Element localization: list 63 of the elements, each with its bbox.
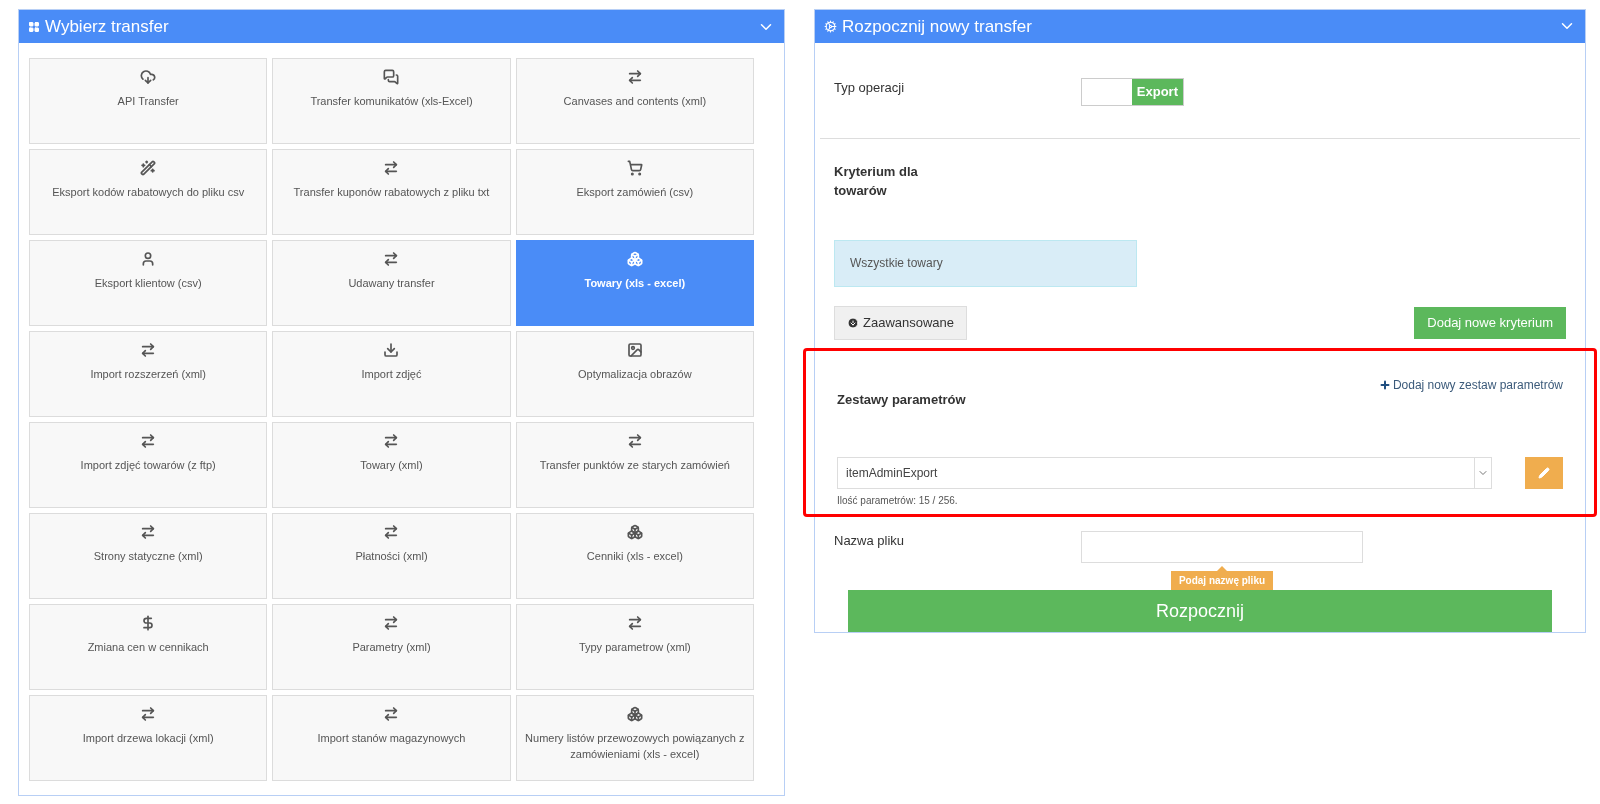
parameter-count: Ilość parametrów: 15 / 256. <box>837 494 959 508</box>
cubes-icon <box>626 524 643 540</box>
pencil-icon <box>1538 467 1550 479</box>
field-label: Nazwa pliku <box>834 532 906 550</box>
advanced-button[interactable]: Zaawansowane <box>834 305 968 340</box>
transfer-tile[interactable]: Typy parametrow (xml) <box>515 604 754 690</box>
transfer-tile[interactable]: Eksport zamówień (csv) <box>515 149 754 235</box>
two-arrows-icon <box>383 251 400 267</box>
two-arrows-icon <box>383 160 400 176</box>
cloud-download-icon <box>140 69 157 85</box>
add-parameter-set-link[interactable]: Dodaj nowy zestaw parametrów <box>1378 375 1563 394</box>
cubes-icon <box>626 706 643 722</box>
transfer-tile[interactable]: Import zdjęć <box>272 331 511 417</box>
two-arrows-icon <box>140 433 157 449</box>
section-title: Kryterium dla towarów <box>834 162 919 200</box>
panel-title: Rozpocznij nowy transfer <box>842 15 1032 38</box>
two-arrows-icon <box>626 433 643 449</box>
transfer-tile[interactable]: Strony statyczne (xml) <box>29 513 268 599</box>
panel-title: Wybierz transfer <box>45 15 169 38</box>
cubes-icon <box>626 251 643 267</box>
parameter-set-select[interactable]: itemAdminExport <box>837 457 1492 489</box>
image-icon <box>626 342 643 358</box>
transfer-tile[interactable]: Import zdjęć towarów (z ftp) <box>29 422 268 508</box>
validation-tooltip: Podaj nazwę pliku <box>1170 571 1274 590</box>
two-arrows-icon <box>140 706 157 722</box>
cart-icon <box>626 160 643 176</box>
transfer-tile[interactable]: Płatności (xml) <box>272 513 511 599</box>
transfer-tile[interactable]: Eksport klientow (csv) <box>29 240 268 326</box>
transfer-tile[interactable]: Import rozszerzeń (xml) <box>29 331 268 417</box>
transfer-tile[interactable]: Canvases and contents (xml) <box>515 58 754 144</box>
transfer-tile[interactable]: API Transfer <box>29 58 268 144</box>
field-label: Typ operacji <box>834 78 906 97</box>
download-icon <box>383 342 400 358</box>
two-arrows-icon <box>383 706 400 722</box>
transfer-tile[interactable]: Import stanów magazynowych <box>272 695 511 781</box>
two-arrows-icon <box>383 433 400 449</box>
edit-button[interactable] <box>1525 457 1563 489</box>
transfer-tile[interactable]: Import drzewa lokacji (xml) <box>29 695 268 781</box>
grid-icon <box>28 20 40 33</box>
transfer-tile[interactable]: Transfer punktów ze starych zamówień <box>515 422 754 508</box>
criterion-item[interactable]: Wszystkie towary <box>834 239 1137 287</box>
section-title: Zestawy parametrów <box>837 390 966 409</box>
two-arrows-icon <box>626 69 643 85</box>
file-name-field[interactable] <box>1081 531 1363 563</box>
plus-icon <box>1378 378 1391 391</box>
transfer-tile[interactable]: Cenniki (xls - excel) <box>515 513 754 599</box>
transfer-tile[interactable]: Parametry (xml) <box>272 604 511 690</box>
two-arrows-icon <box>383 615 400 631</box>
transfer-tile[interactable]: Transfer komunikatów (xls-Excel) <box>272 58 511 144</box>
transfer-tile[interactable]: Zmiana cen w cennikach <box>29 604 268 690</box>
two-arrows-icon <box>140 342 157 358</box>
transfer-tile[interactable]: Udawany transfer <box>272 240 511 326</box>
two-arrows-icon <box>626 615 643 631</box>
two-arrows-icon <box>140 524 157 540</box>
magic-wand-icon <box>140 160 157 176</box>
user-icon <box>140 251 157 267</box>
transfer-tile[interactable]: Eksport kodów rabatowych do pliku csv <box>29 149 268 235</box>
transfer-tile[interactable]: Numery listów przewozowych powiązanych z zamówieniami (xls - excel) <box>515 695 754 781</box>
two-arrows-icon <box>383 524 400 540</box>
speech-bubbles-icon <box>383 69 400 85</box>
transfer-tile[interactable]: Optymalizacja obrazów <box>515 331 754 417</box>
transfer-tile[interactable]: Transfer kuponów rabatowych z pliku txt <box>272 149 511 235</box>
transfer-tile[interactable]: Towary (xml) <box>272 422 511 508</box>
